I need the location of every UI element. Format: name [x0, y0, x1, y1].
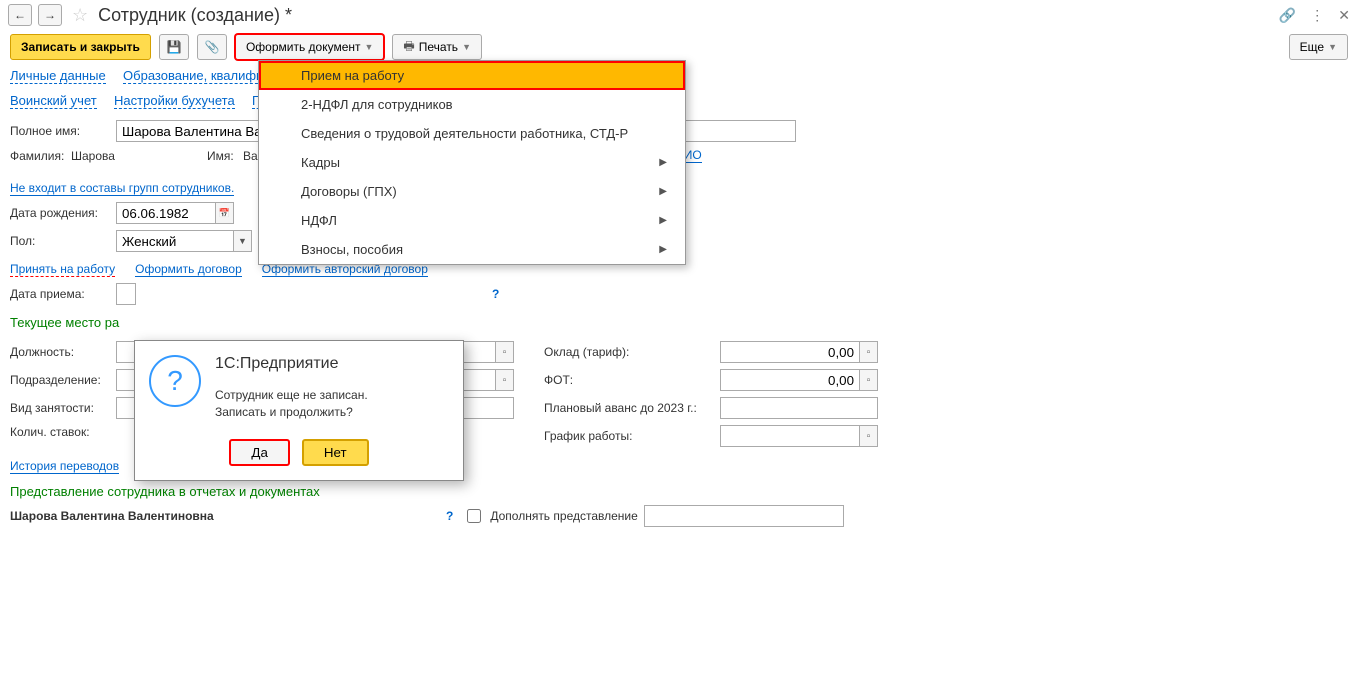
contract-link[interactable]: Оформить договор [135, 262, 242, 277]
more-dropdown[interactable]: Еще ▼ [1289, 34, 1348, 60]
menu-item-benefits[interactable]: Взносы, пособия ▶ [259, 235, 685, 264]
birthdate-label: Дата рождения: [10, 206, 110, 220]
employment-label: Вид занятости: [10, 401, 110, 415]
more-label: Еще [1300, 40, 1324, 54]
dialog-no-button[interactable]: Нет [302, 439, 369, 466]
lastname-value: Шарова [71, 149, 201, 163]
gender-label: Пол: [10, 234, 110, 248]
confirm-dialog: ? 1С:Предприятие Сотрудник еще не записа… [134, 340, 464, 481]
kebab-menu-icon[interactable]: ⋮ [1310, 7, 1324, 24]
salary-input[interactable] [720, 341, 860, 363]
print-dropdown[interactable]: 🖶 Печать ▼ [392, 34, 482, 60]
representation-name: Шарова Валентина Валентиновна [10, 509, 270, 523]
attach-button[interactable]: 📎 [197, 34, 227, 60]
chevron-right-icon: ▶ [659, 186, 667, 197]
save-button[interactable]: 💾 [159, 34, 189, 60]
hire-date-input[interactable] [116, 283, 136, 305]
tab-military[interactable]: Воинский учет [10, 93, 97, 109]
chevron-right-icon: ▶ [659, 244, 667, 255]
firstname-value: Ва [243, 149, 258, 163]
fot-input[interactable] [720, 369, 860, 391]
fot-label: ФОТ: [544, 373, 714, 387]
salary-label: Оклад (тариф): [544, 345, 714, 359]
calendar-icon[interactable]: 📅 [216, 202, 234, 224]
favorite-star-icon[interactable]: ☆ [72, 5, 88, 26]
hire-date-label: Дата приема: [10, 287, 110, 301]
menu-item-kadry[interactable]: Кадры ▶ [259, 148, 685, 177]
printer-icon: 🖶 [403, 37, 414, 58]
document-dropdown-menu: Прием на работу 2-НДФЛ для сотрудников С… [258, 60, 686, 265]
groups-link[interactable]: Не входит в составы групп сотрудников. [10, 181, 234, 196]
tab-education[interactable]: Образование, квалифи [123, 68, 263, 84]
close-icon[interactable]: ✕ [1338, 7, 1350, 24]
schedule-input[interactable] [720, 425, 860, 447]
schedule-label: График работы: [544, 429, 714, 443]
position-label: Должность: [10, 345, 110, 359]
page-title: Сотрудник (создание) * [98, 5, 292, 26]
nav-back-button[interactable]: ← [8, 4, 32, 26]
print-label: Печать [419, 40, 458, 54]
chevron-down-icon[interactable]: ▼ [234, 230, 252, 252]
chevron-down-icon: ▼ [462, 42, 471, 52]
representation-suffix-input[interactable] [644, 505, 844, 527]
open-lookup-icon[interactable]: ▫ [860, 341, 878, 363]
rates-label: Колич. ставок: [10, 425, 110, 439]
representation-heading: Представление сотрудника в отчетах и док… [10, 484, 1348, 499]
menu-item-hire[interactable]: Прием на работу [259, 61, 685, 90]
dialog-line1: Сотрудник еще не записан. [215, 387, 368, 404]
chevron-right-icon: ▶ [659, 215, 667, 226]
nav-forward-button[interactable]: → [38, 4, 62, 26]
open-lookup-icon[interactable]: ▫ [496, 369, 514, 391]
menu-item-std-r[interactable]: Сведения о трудовой деятельности работни… [259, 119, 685, 148]
advance-label: Плановый аванс до 2023 г.: [544, 401, 714, 415]
advance-input[interactable] [720, 397, 878, 419]
hire-link[interactable]: Принять на работу [10, 262, 115, 277]
tab-accounting[interactable]: Настройки бухучета [114, 93, 235, 109]
chevron-down-icon: ▼ [365, 42, 374, 52]
chevron-right-icon: ▶ [659, 157, 667, 168]
gender-input[interactable] [116, 230, 234, 252]
open-lookup-icon[interactable]: ▫ [860, 369, 878, 391]
dialog-title: 1С:Предприятие [215, 355, 368, 373]
current-place-heading: Текущее место ра [10, 315, 1348, 330]
department-label: Подразделение: [10, 373, 110, 387]
open-lookup-icon[interactable]: ▫ [496, 341, 514, 363]
save-close-button[interactable]: Записать и закрыть [10, 34, 151, 60]
append-representation-checkbox[interactable] [467, 509, 481, 523]
create-document-dropdown[interactable]: Оформить документ ▼ [235, 34, 384, 60]
birthdate-input[interactable] [116, 202, 216, 224]
io-link[interactable]: ИО [684, 148, 702, 163]
question-icon: ? [149, 355, 201, 407]
dialog-line2: Записать и продолжить? [215, 404, 368, 421]
dialog-yes-button[interactable]: Да [229, 439, 289, 466]
tab-personal[interactable]: Личные данные [10, 68, 106, 84]
link-icon[interactable]: 🔗 [1279, 7, 1296, 24]
chevron-down-icon: ▼ [1328, 42, 1337, 52]
menu-item-gph[interactable]: Договоры (ГПХ) ▶ [259, 177, 685, 206]
menu-item-ndfl[interactable]: НДФЛ ▶ [259, 206, 685, 235]
help-icon[interactable]: ? [488, 287, 503, 301]
fullname-label: Полное имя: [10, 124, 110, 138]
create-document-label: Оформить документ [246, 40, 361, 54]
lastname-label: Фамилия: [10, 149, 65, 163]
append-representation-label: Дополнять представление [490, 509, 637, 523]
help-icon[interactable]: ? [442, 509, 457, 523]
firstname-label: Имя: [207, 149, 237, 163]
open-lookup-icon[interactable]: ▫ [860, 425, 878, 447]
menu-item-2ndfl[interactable]: 2-НДФЛ для сотрудников [259, 90, 685, 119]
history-link[interactable]: История переводов [10, 459, 119, 474]
